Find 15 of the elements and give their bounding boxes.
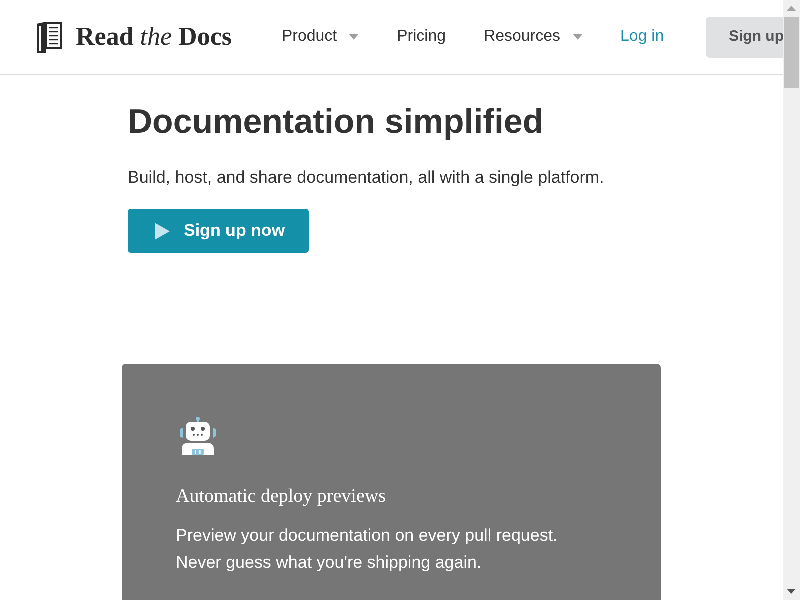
play-icon [155, 222, 170, 240]
scrollbar-thumb[interactable] [784, 17, 799, 88]
signup-button[interactable]: Sign up [706, 16, 783, 58]
logo-link[interactable]: Read the Docs [36, 20, 232, 54]
hero-title: Documentation simplified [128, 102, 544, 143]
robot-icon [180, 417, 216, 456]
feature-description: Preview your documentation on every pull request. Never guess what you're shipping again. [176, 525, 559, 574]
book-icon [36, 20, 63, 54]
hero-subtitle: Build, host, and share documentation, all with a single platform. [128, 167, 604, 189]
signup-now-button[interactable]: Sign up now [128, 209, 309, 253]
nav-link[interactable]: Product [282, 25, 360, 49]
login-link[interactable]: Log in [620, 25, 664, 49]
feature-title: Automatic deploy previews [176, 485, 386, 509]
nav-link[interactable]: Resources [484, 25, 583, 49]
nav-link[interactable]: Pricing [397, 25, 446, 49]
